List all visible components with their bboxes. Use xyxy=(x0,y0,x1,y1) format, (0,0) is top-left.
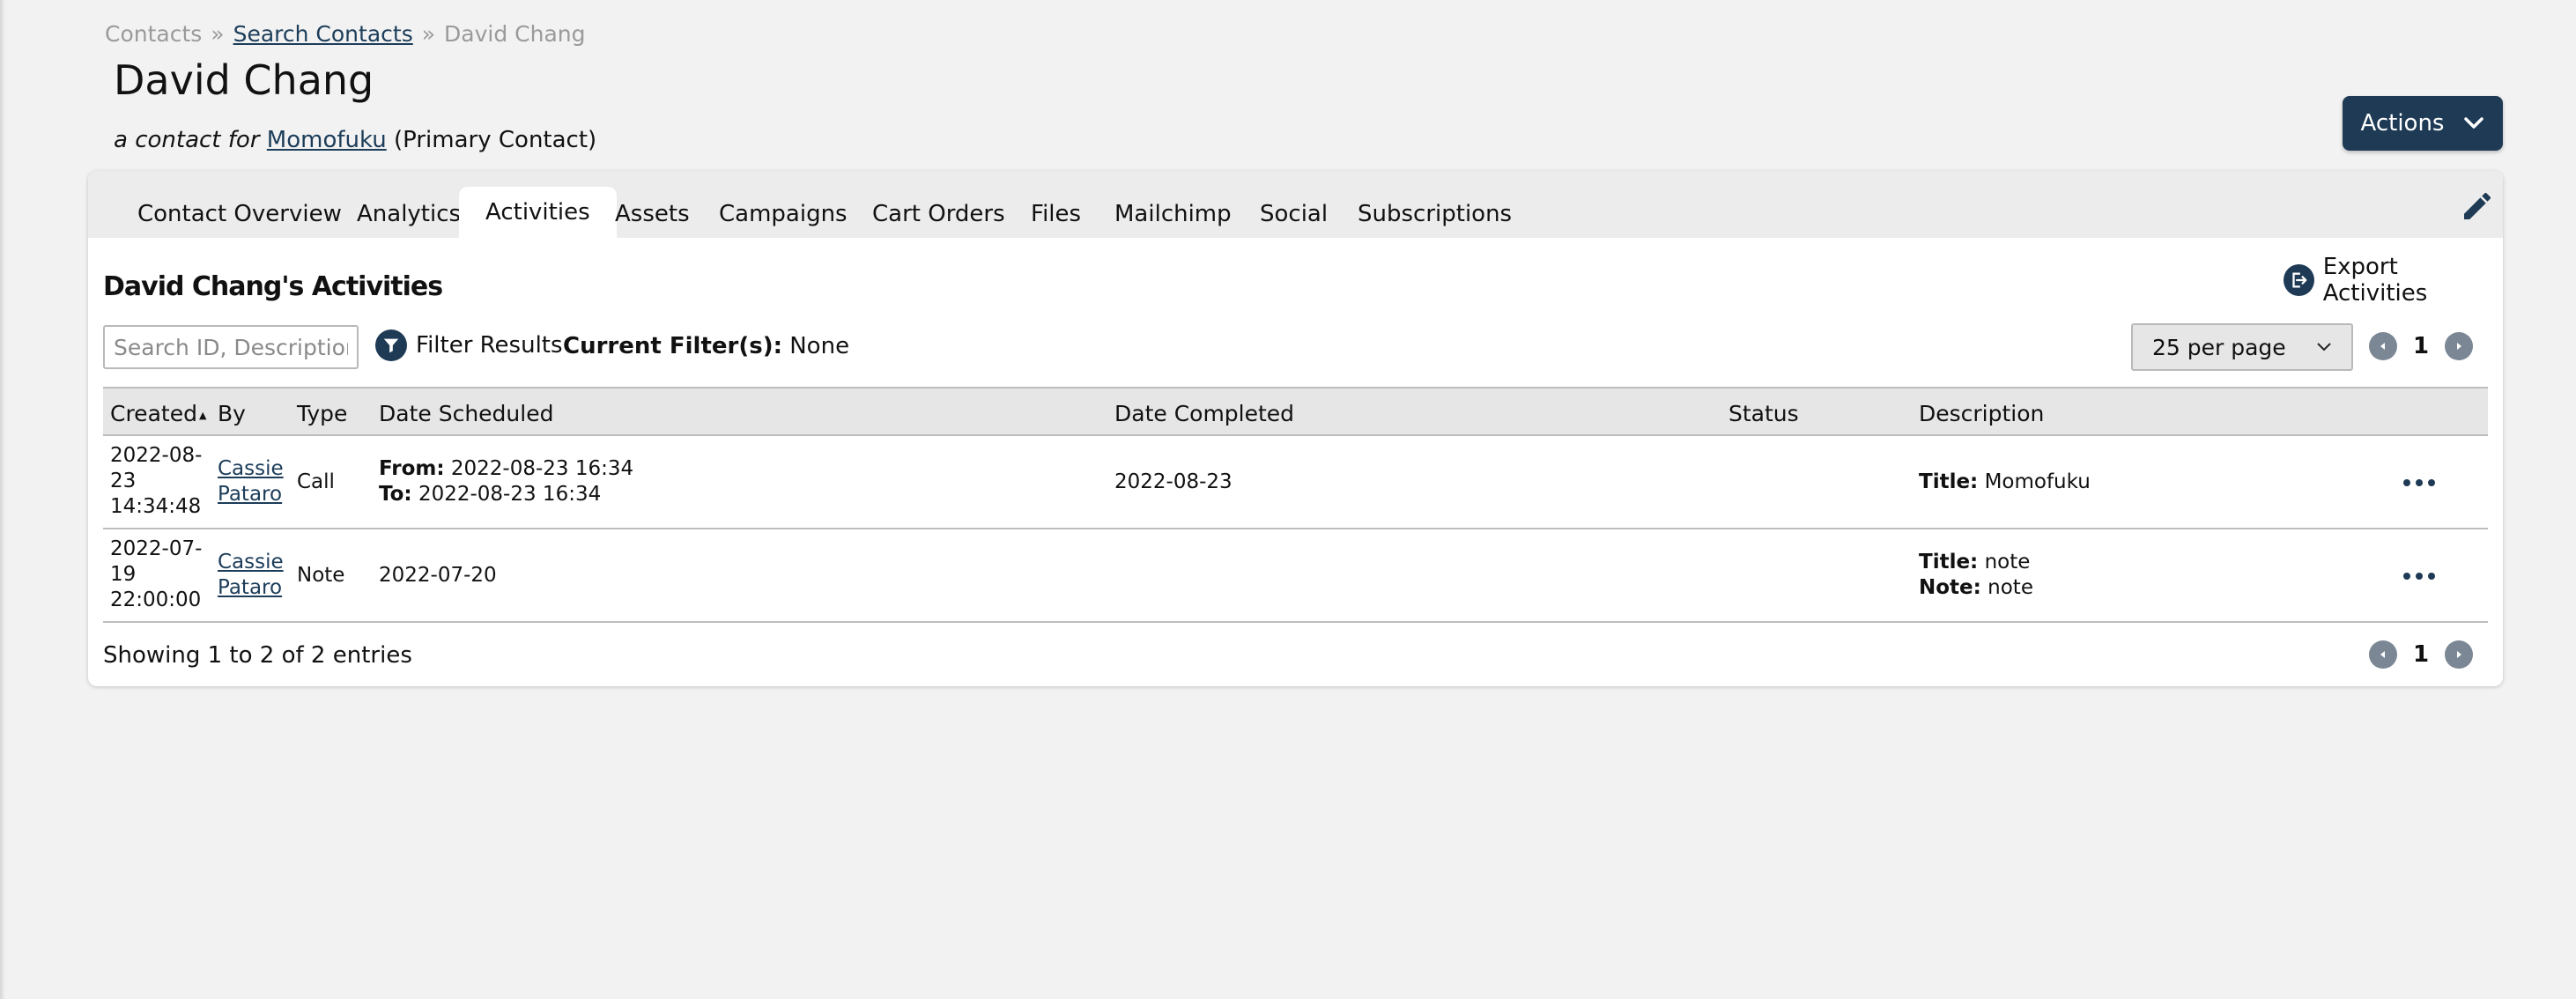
breadcrumb-contacts: Contacts xyxy=(105,21,203,47)
page-title: David Chang xyxy=(114,56,374,104)
actions-button[interactable]: Actions xyxy=(2343,96,2503,151)
description-cell: Title: Momofuku xyxy=(1919,470,2091,493)
chevron-down-icon xyxy=(2464,117,2484,129)
column-header-description[interactable]: Description xyxy=(1919,401,2044,426)
row-menu-icon[interactable] xyxy=(2403,479,2435,486)
sort-ascending-icon: ▲ xyxy=(198,409,207,421)
per-page-value: 25 per page xyxy=(2152,334,2286,360)
tab-files[interactable]: Files xyxy=(1031,201,1081,227)
entries-summary: Showing 1 to 2 of 2 entries xyxy=(103,642,412,669)
tab-assets[interactable]: Assets xyxy=(615,201,690,227)
column-header-type[interactable]: Type xyxy=(297,401,347,426)
column-header-by[interactable]: By xyxy=(218,401,246,426)
prev-page-icon[interactable] xyxy=(2369,332,2397,360)
filter-label: Filter Results xyxy=(416,332,563,359)
breadcrumb: Contacts » Search Contacts » David Chang xyxy=(105,21,586,47)
scheduled-cell: From: 2022-08-23 16:34 To: 2022-08-23 16… xyxy=(379,457,634,506)
left-edge-shadow xyxy=(0,0,5,999)
chevron-down-icon xyxy=(2317,343,2331,352)
scheduled-cell: 2022-07-20 xyxy=(379,564,497,587)
completed-cell: 2022-08-23 xyxy=(1114,470,1232,493)
pagination-top: 1 xyxy=(2369,332,2474,360)
subtitle-prefix: a contact for xyxy=(114,127,260,153)
breadcrumb-search-contacts-link[interactable]: Search Contacts xyxy=(233,21,413,47)
export-label: Export Activities xyxy=(2322,254,2428,307)
tab-subscriptions[interactable]: Subscriptions xyxy=(1358,201,1512,227)
row-menu-icon[interactable] xyxy=(2403,573,2435,580)
export-activities-button[interactable]: Export Activities xyxy=(2284,254,2503,307)
per-page-select[interactable]: 25 per page xyxy=(2131,323,2353,371)
type-cell: Call xyxy=(297,470,335,493)
user-link[interactable]: Cassie Pataro xyxy=(218,551,284,599)
current-filter-label: Current Filter(s): xyxy=(563,333,782,359)
section-title: David Chang's Activities xyxy=(103,271,443,302)
actions-label: Actions xyxy=(2360,110,2445,137)
tab-bar: Contact Overview Analytics Activities As… xyxy=(88,171,2503,238)
filter-results-button[interactable]: Filter Results xyxy=(375,329,563,361)
by-cell[interactable]: Cassie Pataro xyxy=(218,550,284,601)
table-row: 2022-07- 19 22:00:00 Cassie Pataro Note 202… xyxy=(103,529,2488,623)
contact-subtitle: a contact for Momofuku (Primary Contact) xyxy=(114,127,596,153)
by-cell[interactable]: Cassie Pataro xyxy=(218,456,284,507)
table-header: Created ▲ By Type Date Scheduled Date Com… xyxy=(103,387,2488,436)
breadcrumb-current: David Chang xyxy=(444,21,586,47)
tab-campaigns[interactable]: Campaigns xyxy=(719,201,848,227)
created-cell: 2022-07- 19 22:00:00 xyxy=(110,537,203,611)
user-link[interactable]: Cassie Pataro xyxy=(218,457,284,506)
activities-card: Contact Overview Analytics Activities As… xyxy=(88,171,2503,686)
created-cell: 2022-08- 23 14:34:48 xyxy=(110,444,203,518)
next-page-icon[interactable] xyxy=(2445,332,2474,360)
filter-icon xyxy=(375,329,407,361)
column-header-date-completed[interactable]: Date Completed xyxy=(1114,401,1294,426)
edit-pencil-icon[interactable] xyxy=(2460,189,2495,224)
search-input[interactable] xyxy=(103,325,359,369)
tab-mailchimp[interactable]: Mailchimp xyxy=(1114,201,1232,227)
type-cell: Note xyxy=(297,564,345,587)
breadcrumb-separator: » xyxy=(421,21,436,47)
breadcrumb-separator: » xyxy=(211,21,225,47)
column-header-status[interactable]: Status xyxy=(1728,401,1799,426)
tab-cart-orders[interactable]: Cart Orders xyxy=(872,201,1005,227)
table-row: 2022-08- 23 14:34:48 Cassie Pataro Call Fro… xyxy=(103,436,2488,529)
current-filter-value: None xyxy=(789,333,850,359)
subtitle-suffix: (Primary Contact) xyxy=(394,127,597,153)
next-page-icon[interactable] xyxy=(2445,640,2474,669)
column-header-date-scheduled[interactable]: Date Scheduled xyxy=(379,401,553,426)
pagination-bottom: 1 xyxy=(2369,640,2474,669)
current-page: 1 xyxy=(2413,641,2430,668)
description-cell: Title: note Note: note xyxy=(1919,551,2033,599)
tab-activities[interactable]: Activities xyxy=(459,187,617,238)
tab-contact-overview[interactable]: Contact Overview xyxy=(137,201,342,227)
export-icon xyxy=(2284,264,2314,296)
tab-social[interactable]: Social xyxy=(1260,201,1328,227)
column-header-created[interactable]: Created ▲ xyxy=(110,401,206,426)
prev-page-icon[interactable] xyxy=(2369,640,2397,669)
current-filter: Current Filter(s): None xyxy=(563,333,849,359)
current-page: 1 xyxy=(2413,333,2430,359)
company-link[interactable]: Momofuku xyxy=(267,127,387,153)
tab-analytics[interactable]: Analytics xyxy=(357,201,461,227)
